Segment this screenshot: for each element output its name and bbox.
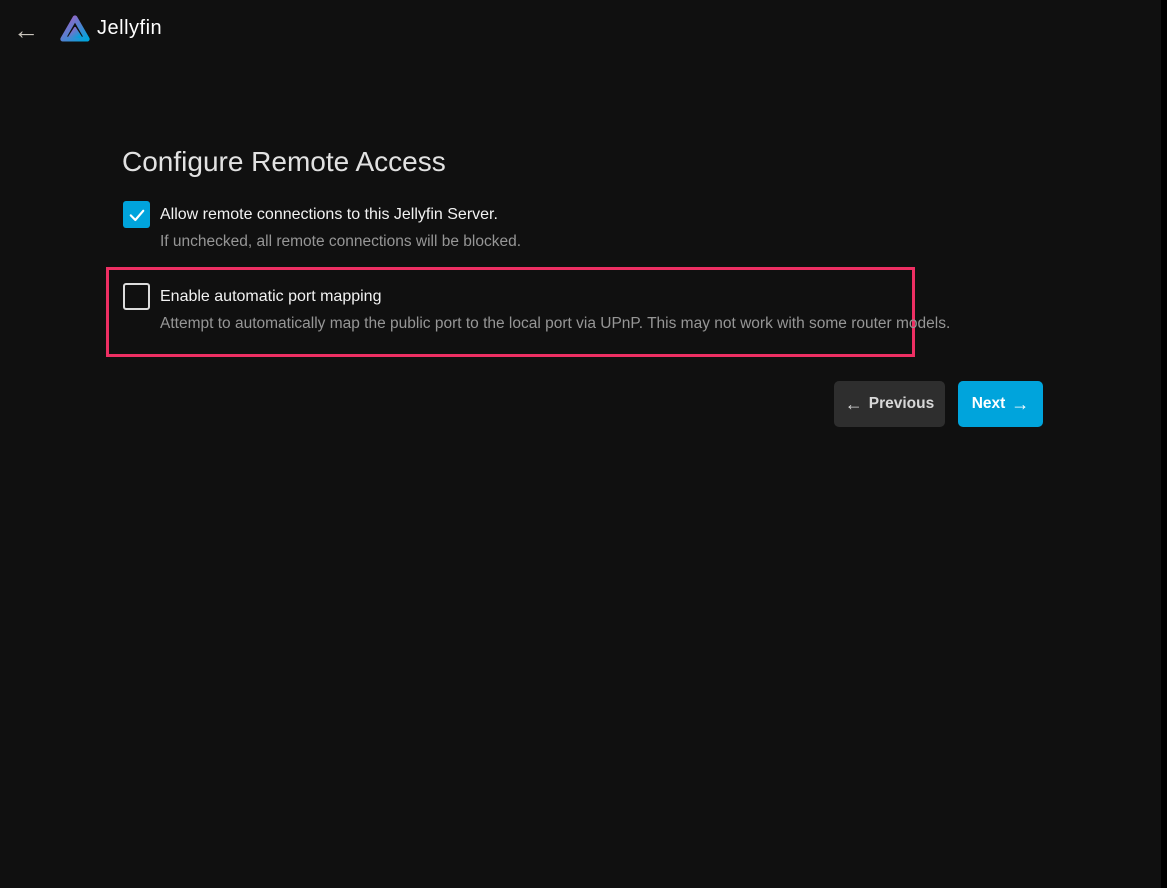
allow-remote-connections-checkbox[interactable]: [123, 201, 150, 228]
arrow-right-icon: →: [1011, 395, 1029, 413]
next-button[interactable]: Next →: [958, 381, 1043, 427]
scrollbar[interactable]: [1161, 0, 1167, 888]
enable-port-mapping-description: Attempt to automatically map the public …: [160, 314, 940, 334]
arrow-left-icon: ←: [845, 395, 863, 413]
previous-button-label: Previous: [869, 395, 934, 413]
checkmark-icon: [127, 205, 147, 225]
app-title: Jellyfin: [97, 17, 162, 40]
previous-button[interactable]: ← Previous: [834, 381, 945, 427]
back-button[interactable]: ←: [8, 12, 44, 48]
header-bar: ← Jellyfin: [0, 0, 1167, 58]
arrow-back-icon: ←: [13, 15, 39, 46]
next-button-label: Next: [972, 395, 1006, 413]
jellyfin-logo-icon: [58, 12, 92, 46]
page-title: Configure Remote Access: [122, 146, 446, 178]
allow-remote-connections-description: If unchecked, all remote connections wil…: [160, 232, 940, 252]
enable-port-mapping-checkbox[interactable]: [123, 283, 150, 310]
allow-remote-connections-label[interactable]: Allow remote connections to this Jellyfi…: [160, 201, 940, 228]
enable-port-mapping-label[interactable]: Enable automatic port mapping: [160, 283, 940, 310]
